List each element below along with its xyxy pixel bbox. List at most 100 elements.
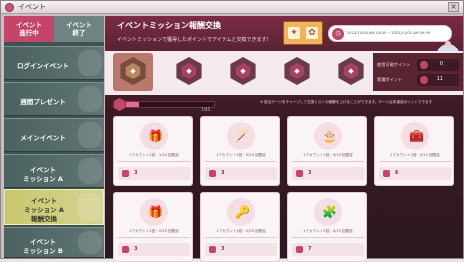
sidebar-tabs: イベント 進行中 イベント 終了 <box>4 16 104 42</box>
progress-fill <box>126 102 140 107</box>
point-icon <box>296 170 303 177</box>
character-portrait <box>78 50 102 76</box>
tab-ongoing-line1: イベント <box>16 21 42 29</box>
tier-5-badge[interactable]: ◆ <box>337 57 365 85</box>
close-button[interactable]: × <box>448 2 459 12</box>
tier-1-badge[interactable]: ◆ <box>119 57 147 85</box>
sidebar-item-label: ログインイベント <box>17 62 69 70</box>
clock-icon: ◷ <box>332 28 344 40</box>
reward-card[interactable]: 🧰 1アカウント1回：0/15 回限定 6 <box>374 116 454 186</box>
sidebar-item-label: メインイベント <box>20 134 66 142</box>
chest-icon: 🧰 <box>401 122 429 150</box>
present-icon: ✿ <box>306 27 318 39</box>
page-title: イベントミッション報酬交換 <box>117 21 221 30</box>
reward-cost: 3 <box>308 170 312 176</box>
tier-3-badge[interactable]: ◆ <box>229 57 257 85</box>
reward-limit: 1アカウント1回：0/15 回限定 <box>303 229 353 233</box>
tab-ended-line2: 終了 <box>72 29 86 37</box>
character-portrait <box>78 158 102 184</box>
reward-cost: 3 <box>221 246 225 252</box>
sidebar-item-weekly-gift[interactable]: 週間プレゼント <box>4 82 104 116</box>
reward-limit: 1アカウント1回：1/10 回限定 <box>129 153 179 157</box>
reward-cost: 3 <box>134 246 138 252</box>
gift-box-button[interactable]: ✦ ✿ <box>283 21 323 45</box>
page-subtitle: イベントミッションで獲得したポイントでアイテムと交換できます！ <box>117 37 272 43</box>
tab-ended-line1: イベント <box>66 21 92 29</box>
sidebar-item-label: 週間プレゼント <box>20 98 66 106</box>
reward-card[interactable]: 🧩 1アカウント1回：0/15 回限定 7 <box>287 192 367 262</box>
exchange-button[interactable]: 7 <box>292 243 364 256</box>
available-points-value: 0 <box>439 61 443 67</box>
points-panel: 使用可能ポイント 0 累積ポイント 11 <box>373 53 463 91</box>
reward-limit: 1アカウント1回：0/20 回限定 <box>216 153 266 157</box>
reward-limit: 1アカウント1回：0/10 回限定 <box>303 153 353 157</box>
tier-2-badge[interactable]: ◆ <box>175 57 203 85</box>
point-icon <box>209 246 216 253</box>
exchange-button[interactable]: 3 <box>292 167 364 180</box>
available-points-row: 使用可能ポイント 0 <box>377 59 461 72</box>
character-portrait <box>78 86 102 112</box>
sidebar-item-label-line3: 報酬交換 <box>31 215 57 223</box>
cube-icon: 🧩 <box>314 198 342 226</box>
title-bar[interactable]: イベント × <box>1 1 463 14</box>
point-icon <box>383 170 390 177</box>
exchange-button[interactable]: 3 <box>205 167 277 180</box>
gauge-note: ※ 該当ゲージをチャージして交換リストの報酬を上げることができます。ゲージは未達… <box>260 100 433 104</box>
reward-limit: 1アカウント1回：0/20 回限定 <box>216 229 266 233</box>
gift-icon: 🎁 <box>140 122 168 150</box>
exchange-button[interactable]: 6 <box>379 167 451 180</box>
character-portrait <box>77 193 101 221</box>
header: イベントミッション報酬交換 イベントミッションで獲得したポイントでアイテムと交換… <box>105 16 463 48</box>
heart-icon <box>5 3 14 12</box>
character-portrait <box>78 122 102 148</box>
period-text: 2022/10/26 AM 10:00 ~ 2022/11/02 AM 09:5… <box>347 31 431 35</box>
tab-ongoing[interactable]: イベント 進行中 <box>4 16 54 42</box>
reward-limit: 1アカウント1回：0/15 回限定 <box>390 153 440 157</box>
reward-limit: 1アカウント1回：0/15 回限定 <box>129 229 179 233</box>
cake-icon: 🎂 <box>314 122 342 150</box>
sidebar-item-label-line2: ミッション A <box>23 175 63 183</box>
sidebar: イベント 進行中 イベント 終了 ログインイベント 週間プレゼント メインイベン… <box>4 16 104 258</box>
reward-cost: 3 <box>134 170 138 176</box>
sidebar-item-main-event[interactable]: メインイベント <box>4 118 104 152</box>
reward-cost: 6 <box>395 170 399 176</box>
reward-card[interactable]: 🔑 1アカウント1回：0/20 回限定 3 <box>200 192 280 262</box>
reward-cost: 3 <box>221 170 225 176</box>
point-icon <box>122 170 129 177</box>
sidebar-item-mission-a[interactable]: イベント ミッション A <box>4 154 104 188</box>
wand-icon: 🪄 <box>227 122 255 150</box>
point-icon <box>209 170 216 177</box>
exchange-button[interactable]: 3 <box>118 167 190 180</box>
total-points-value: 11 <box>436 76 443 82</box>
character-portrait <box>78 231 102 254</box>
tab-ongoing-line2: 進行中 <box>19 29 39 37</box>
progress-gauge: 7/45 <box>113 98 223 112</box>
exchange-button[interactable]: 3 <box>205 243 277 256</box>
reward-card[interactable]: 🎁 1アカウント1回：0/15 回限定 3 <box>113 192 193 262</box>
gift-icon: ✦ <box>288 27 300 39</box>
point-icon <box>420 61 428 69</box>
total-points-row: 累積ポイント 11 <box>377 74 461 87</box>
point-icon <box>296 246 303 253</box>
reward-card[interactable]: 🪄 1アカウント1回：0/20 回限定 3 <box>200 116 280 186</box>
reward-card[interactable]: 🎂 1アカウント1回：0/10 回限定 3 <box>287 116 367 186</box>
main-panel: イベントミッション報酬交換 イベントミッションで獲得したポイントでアイテムと交換… <box>105 16 463 262</box>
sidebar-item-label-line2: ミッション B <box>23 247 63 255</box>
window-title: イベント <box>18 3 46 11</box>
sidebar-item-login-event[interactable]: ログインイベント <box>4 46 104 80</box>
tier-4-badge[interactable]: ◆ <box>283 57 311 85</box>
exchange-button[interactable]: 3 <box>118 243 190 256</box>
sidebar-item-mission-a-exchange[interactable]: イベント ミッション A 報酬交換 <box>4 189 104 225</box>
event-window: イベント × イベント 進行中 イベント 終了 ログインイベント 週間プレゼント… <box>0 0 464 262</box>
reward-card[interactable]: 🎁 1アカウント1回：1/10 回限定 3 <box>113 116 193 186</box>
key-icon: 🔑 <box>227 198 255 226</box>
point-icon <box>122 246 129 253</box>
sidebar-item-mission-b[interactable]: イベント ミッション B <box>4 227 104 258</box>
gift-icon: 🎁 <box>140 198 168 226</box>
total-points-label: 累積ポイント <box>377 77 403 82</box>
reward-cost: 7 <box>308 246 312 252</box>
available-points-label: 使用可能ポイント <box>377 62 411 67</box>
tab-ended[interactable]: イベント 終了 <box>54 16 104 42</box>
progress-text: 7/45 <box>201 107 210 112</box>
point-icon <box>420 76 428 84</box>
